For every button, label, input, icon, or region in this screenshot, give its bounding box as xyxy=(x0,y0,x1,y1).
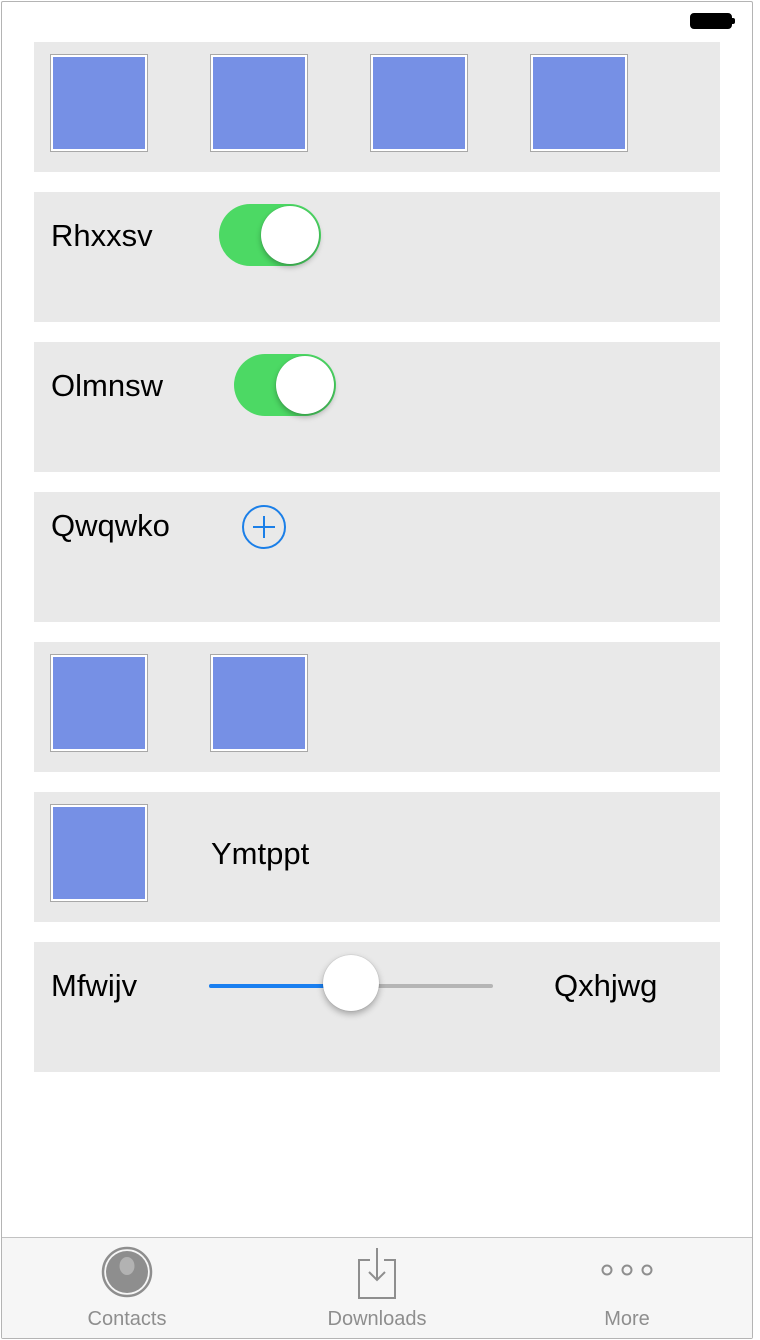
image-pair-card xyxy=(34,642,720,772)
person-silhouette-icon xyxy=(101,1246,153,1303)
toggle-label: Rhxxsv xyxy=(51,218,153,253)
battery-icon xyxy=(690,13,735,29)
image-tile[interactable] xyxy=(530,54,628,152)
slider-thumb[interactable] xyxy=(323,955,379,1011)
image-tile[interactable] xyxy=(210,654,308,752)
image-caption: Ymtppt xyxy=(211,836,310,871)
image-tile[interactable] xyxy=(370,54,468,152)
slider-max-label: Qxhjwg xyxy=(554,968,658,1003)
image-grid-card xyxy=(34,42,720,172)
tab-more[interactable]: More xyxy=(502,1238,752,1338)
image-tile[interactable] xyxy=(210,54,308,152)
add-circle-icon[interactable] xyxy=(242,505,286,549)
tab-label: More xyxy=(604,1308,650,1330)
tab-label: Downloads xyxy=(327,1308,427,1330)
image-tile[interactable] xyxy=(50,54,148,152)
image-label-card: Ymtppt xyxy=(34,792,720,922)
toggle-card-1: Rhxxsv xyxy=(34,192,720,322)
more-dots-icon xyxy=(601,1262,653,1283)
tab-label: Contacts xyxy=(87,1308,167,1330)
slider-card: Mfwijv Qxhjwg xyxy=(34,942,720,1072)
toggle-card-2: Olmnsw xyxy=(34,342,720,472)
toggle-label: Olmnsw xyxy=(51,368,163,403)
add-label: Qwqwko xyxy=(51,508,170,543)
add-card: Qwqwko xyxy=(34,492,720,622)
tab-contacts[interactable]: Contacts xyxy=(2,1238,252,1338)
toggle-switch[interactable] xyxy=(219,204,321,266)
toggle-switch[interactable] xyxy=(234,354,336,416)
slider-min-label: Mfwijv xyxy=(51,968,138,1003)
tab-downloads[interactable]: Downloads xyxy=(252,1238,502,1338)
image-tile[interactable] xyxy=(50,804,148,902)
image-tile[interactable] xyxy=(50,654,148,752)
tab-bar: Contacts Downloads More xyxy=(2,1237,752,1338)
download-tray-icon xyxy=(355,1246,399,1305)
